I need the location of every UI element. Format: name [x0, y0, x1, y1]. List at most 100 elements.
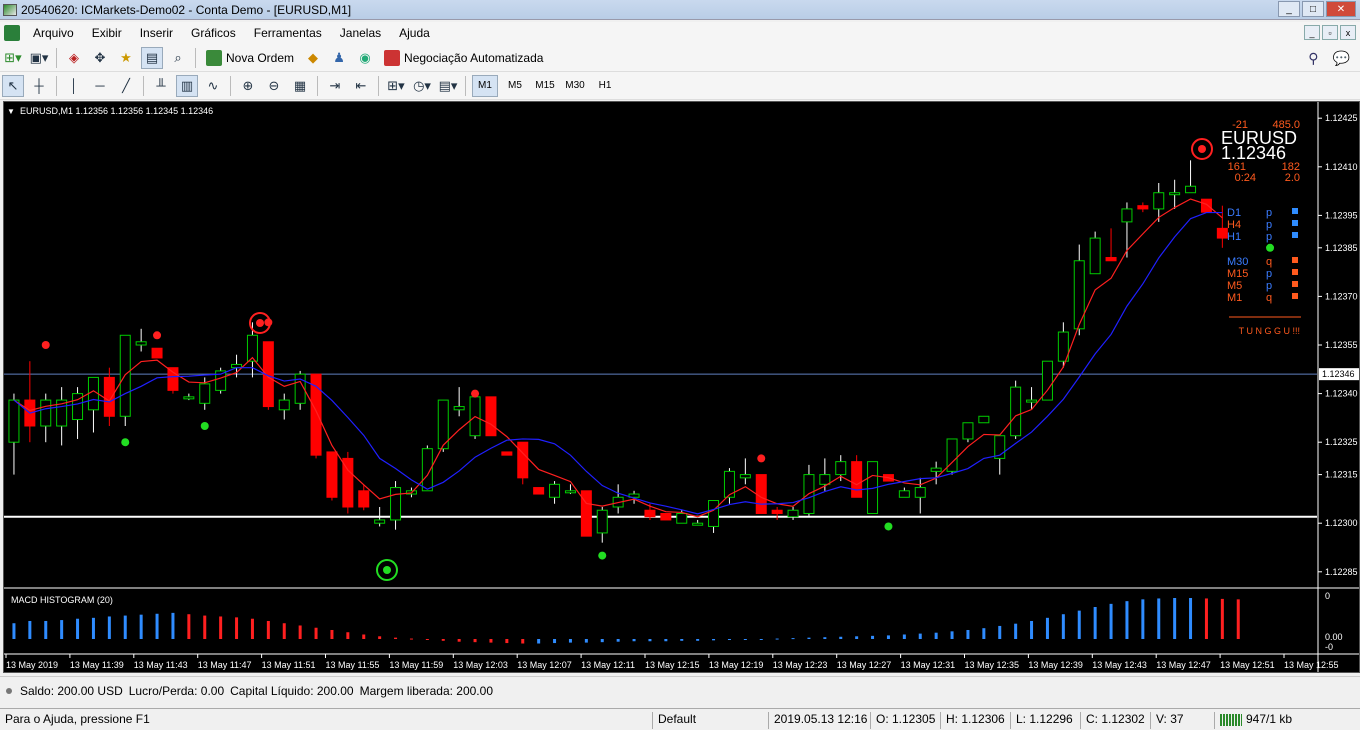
navigator-icon[interactable]: ★: [115, 47, 137, 69]
info-tf-indicator: [1292, 281, 1298, 287]
menu-arquivo[interactable]: Arquivo: [24, 26, 83, 40]
menu-graficos[interactable]: Gráficos: [182, 26, 245, 40]
profiles-icon[interactable]: ▣▾: [28, 47, 50, 69]
macd-bar: [616, 639, 620, 642]
status-profile[interactable]: Default: [652, 712, 696, 729]
status-connection: 947/1 kb: [1214, 712, 1292, 729]
search-icon[interactable]: ⚲: [1308, 50, 1318, 67]
info-price: 1.12346: [1221, 143, 1286, 163]
signals-icon[interactable]: ◉: [354, 47, 376, 69]
timeframe-h1[interactable]: H1: [592, 75, 618, 97]
macd-bar: [314, 627, 318, 639]
zoom-in-icon[interactable]: ⊕: [237, 75, 259, 97]
timeframe-m1[interactable]: M1: [472, 74, 498, 97]
auto-trading-button[interactable]: Negociação Automatizada: [380, 47, 547, 69]
templates-icon[interactable]: ▤▾: [437, 75, 459, 97]
child-restore-button[interactable]: ▫: [1322, 25, 1338, 40]
new-chart-icon[interactable]: ⊞▾: [2, 47, 24, 69]
terminal-toggle-icon[interactable]: [6, 687, 12, 694]
menu-inserir[interactable]: Inserir: [131, 26, 182, 40]
signal-dot: [598, 551, 607, 560]
macd-bar: [680, 639, 684, 641]
macd-bar: [123, 615, 127, 639]
timeframe-m30[interactable]: M30: [562, 75, 588, 97]
horizontal-line-icon[interactable]: ─: [89, 75, 111, 97]
balance: Saldo: 200.00 USD: [20, 683, 123, 698]
child-close-button[interactable]: x: [1340, 25, 1356, 40]
candle-body: [564, 490, 576, 494]
auto-scroll-icon[interactable]: ⇥: [324, 75, 346, 97]
cursor-icon[interactable]: ↖: [2, 74, 24, 97]
candle-body: [962, 422, 974, 440]
terminal-icon[interactable]: ▤: [141, 46, 163, 69]
menu-ajuda[interactable]: Ajuda: [390, 26, 439, 40]
macd-bar: [12, 623, 16, 639]
candle-body: [708, 500, 720, 527]
macd-bar: [409, 638, 413, 640]
macd-axis-label: 0: [1325, 591, 1330, 601]
close-button[interactable]: ✕: [1326, 1, 1356, 17]
time-tick-label: 13 May 12:11: [581, 660, 635, 670]
candlestick-icon[interactable]: ▥: [176, 74, 198, 97]
chart-window[interactable]: EURUSD,M1 1.12356 1.12356 1.12345 1.1234…: [3, 101, 1360, 673]
candle-body: [485, 396, 497, 437]
metaeditor-icon[interactable]: ◆: [302, 47, 324, 69]
info-tf-label: M5: [1227, 280, 1242, 292]
strategy-tester-icon[interactable]: ⌕: [167, 47, 189, 69]
bar-chart-icon[interactable]: ╨: [150, 75, 172, 97]
child-minimize-button[interactable]: _: [1304, 25, 1320, 40]
macd-bar: [839, 636, 843, 639]
macd-bar: [1157, 598, 1161, 639]
price-tick-label: 1.12425: [1325, 113, 1358, 123]
price-tick-label: 1.12395: [1325, 210, 1358, 220]
periods-icon[interactable]: ◷▾: [411, 75, 433, 97]
chart-menu-arrow-icon[interactable]: ▼: [7, 107, 15, 116]
macd-bar: [250, 618, 254, 639]
time-tick-label: 13 May 12:31: [901, 660, 956, 670]
chart-shift-icon[interactable]: ⇤: [350, 75, 372, 97]
timeframe-m5[interactable]: M5: [502, 75, 528, 97]
macd-bar: [330, 629, 334, 639]
chat-icon[interactable]: 💬: [1333, 50, 1350, 67]
tile-windows-icon[interactable]: ▦: [289, 75, 311, 97]
macd-bar: [425, 639, 429, 640]
new-order-button[interactable]: Nova Ordem: [202, 47, 298, 69]
vertical-line-icon[interactable]: │: [63, 75, 85, 97]
menu-exibir[interactable]: Exibir: [83, 26, 131, 40]
price-chart[interactable]: EURUSD,M1 1.12356 1.12356 1.12345 1.1234…: [4, 102, 1359, 672]
time-tick-label: 13 May 12:19: [709, 660, 764, 670]
candle-body: [501, 451, 513, 456]
macd-bar: [505, 639, 509, 644]
community-icon[interactable]: ♟: [328, 47, 350, 69]
new-order-icon: [206, 49, 222, 66]
indicators-icon[interactable]: ⊞▾: [385, 75, 407, 97]
menu-ferramentas[interactable]: Ferramentas: [245, 26, 331, 40]
price-tick-label: 1.12340: [1325, 389, 1358, 399]
price-tick-label: 1.12315: [1325, 470, 1358, 480]
candle-body: [914, 487, 926, 498]
macd-bar: [998, 625, 1002, 639]
line-chart-icon[interactable]: ∿: [202, 75, 224, 97]
macd-bar: [346, 632, 350, 639]
crosshair-icon[interactable]: ┼: [28, 75, 50, 97]
price-tick-label: 1.12325: [1325, 437, 1358, 447]
market-watch-icon[interactable]: ◈: [63, 47, 85, 69]
macd-bar: [203, 615, 207, 639]
candle-body: [1026, 399, 1038, 403]
macd-bar: [91, 617, 95, 639]
data-window-icon[interactable]: ✥: [89, 47, 111, 69]
status-close: C: 1.12302: [1080, 712, 1145, 729]
maximize-button[interactable]: □: [1302, 1, 1324, 17]
zoom-out-icon[interactable]: ⊖: [263, 75, 285, 97]
menu-janelas[interactable]: Janelas: [331, 26, 390, 40]
signal-dot: [153, 331, 162, 340]
macd-bar: [664, 639, 668, 642]
minimize-button[interactable]: _: [1278, 1, 1300, 17]
info-tf-indicator: [1292, 257, 1298, 263]
info-tf-indicator: [1292, 269, 1298, 275]
trend-line-icon[interactable]: ╱: [115, 75, 137, 97]
candle-body: [40, 399, 52, 427]
info-tf-label: M1: [1227, 292, 1242, 304]
time-tick-label: 13 May 11:59: [389, 660, 443, 670]
timeframe-m15[interactable]: M15: [532, 75, 558, 97]
